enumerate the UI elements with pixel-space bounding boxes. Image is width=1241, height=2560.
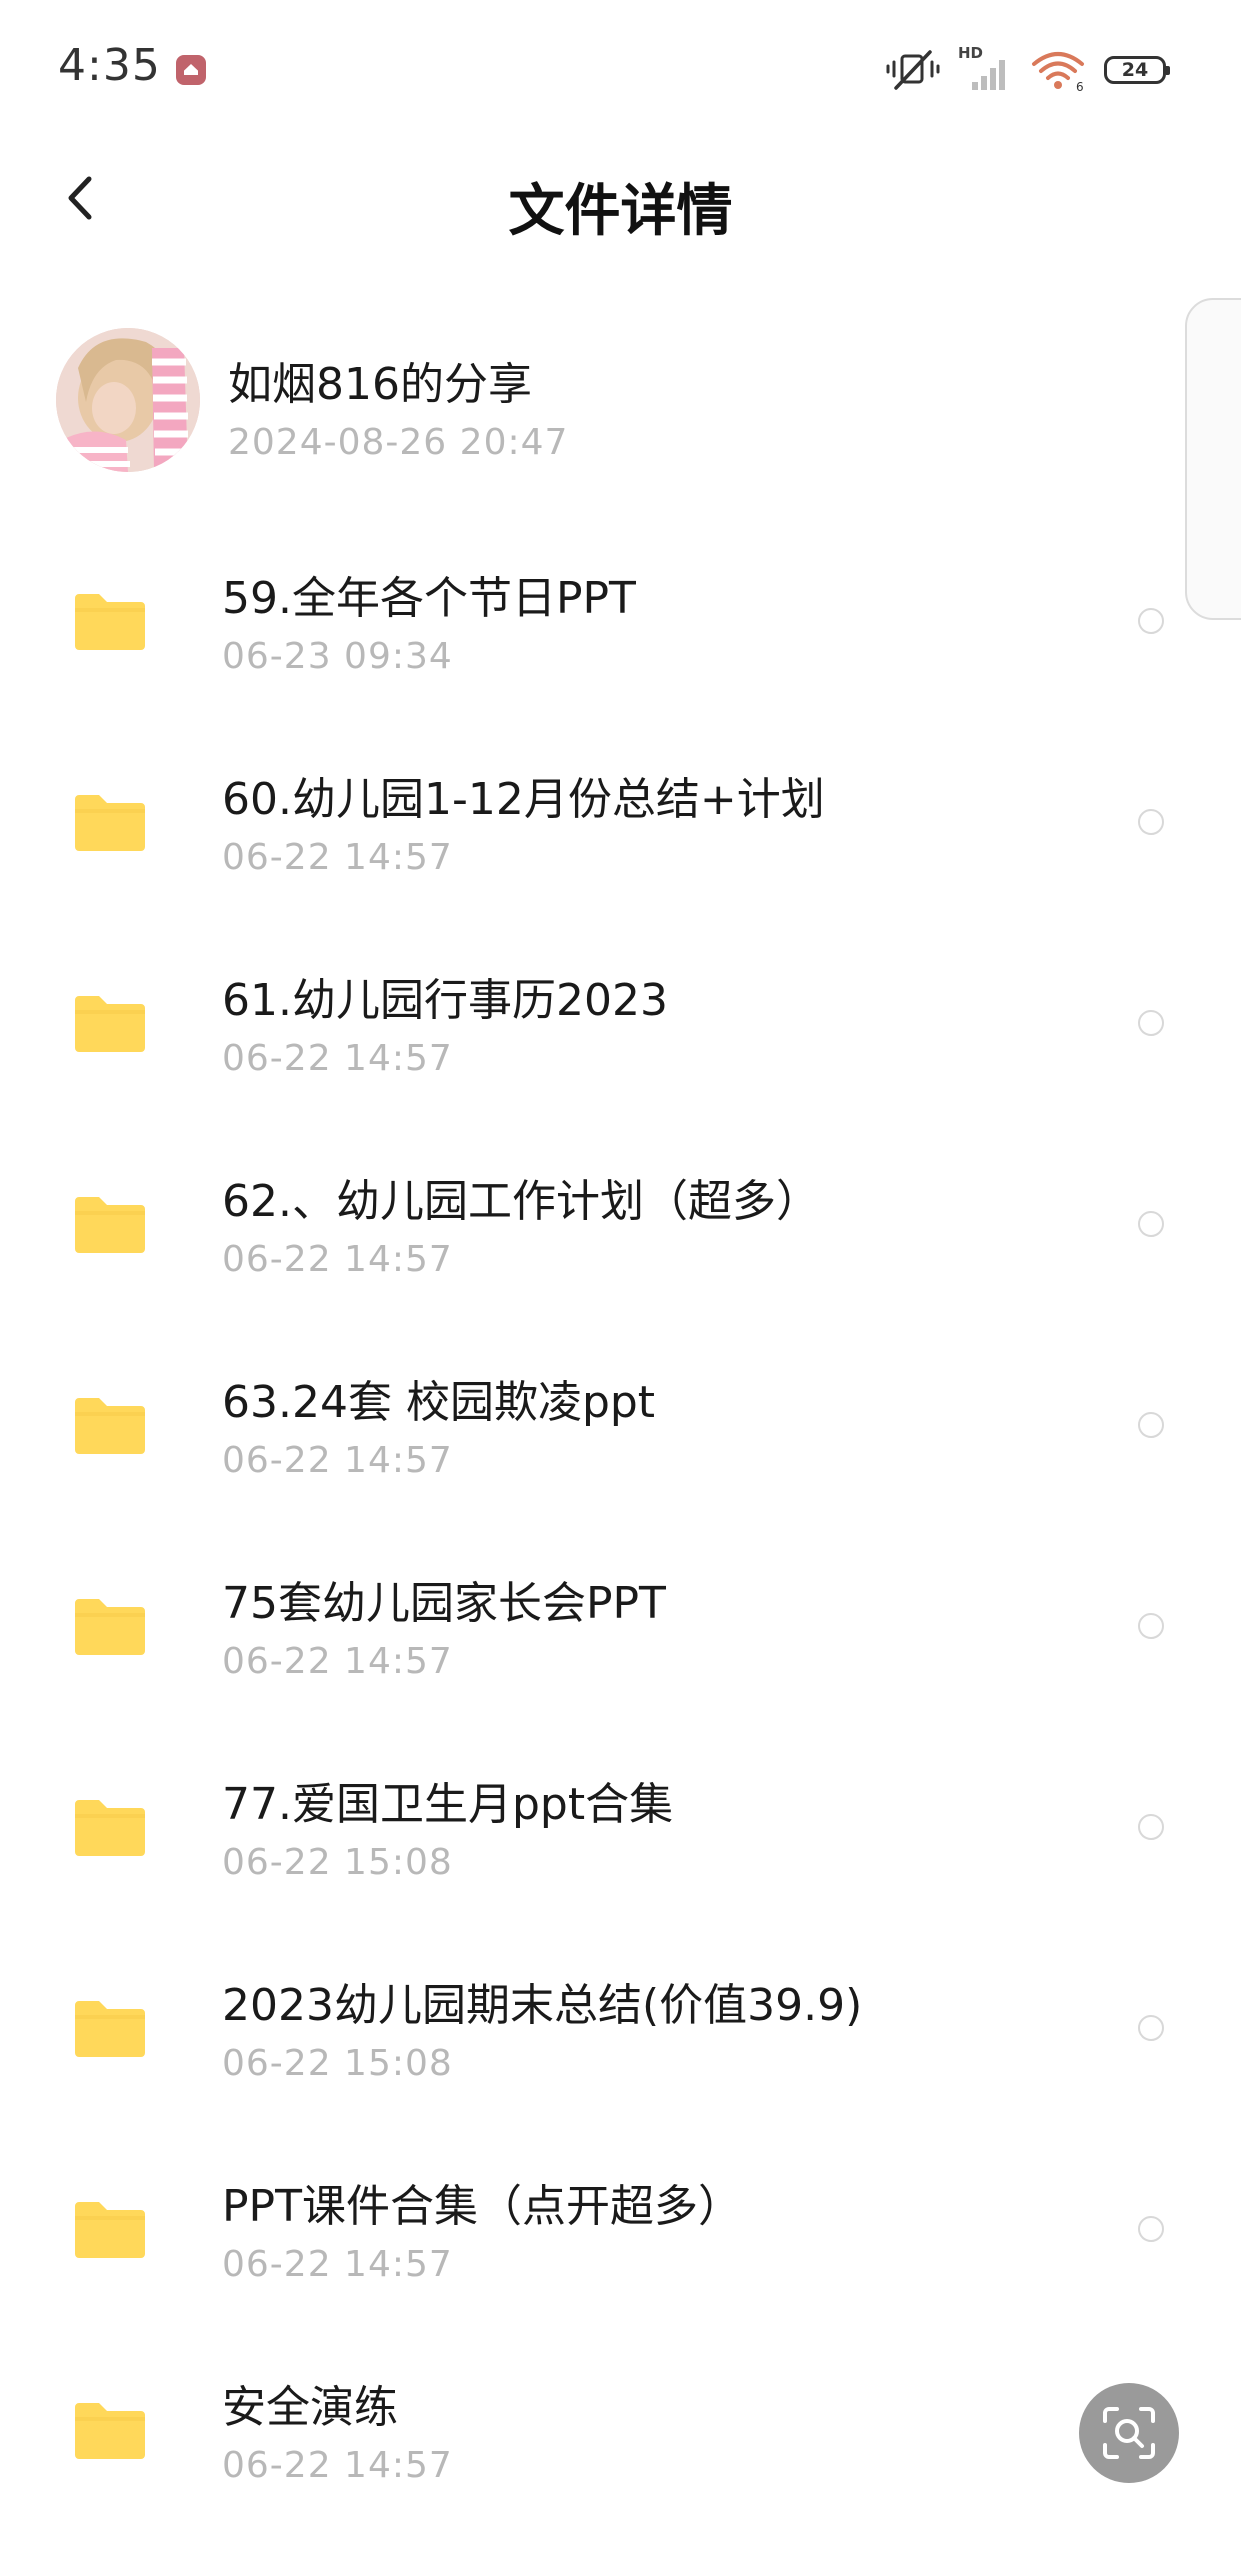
folder-icon — [75, 996, 145, 1052]
select-checkbox[interactable] — [1138, 1010, 1164, 1036]
folder-icon — [75, 2202, 145, 2258]
folder-icon — [75, 1800, 145, 1856]
file-item[interactable]: 2023幼儿园期末总结(价值39.9) 06-22 15:08 — [0, 1927, 1241, 2128]
search-fab-button[interactable] — [1079, 2383, 1179, 2483]
folder-icon — [75, 2403, 145, 2459]
avatar[interactable] — [56, 328, 200, 472]
file-name: 77.爱国卫生月ppt合集 — [222, 1779, 674, 1830]
file-name: 安全演练 — [222, 2382, 398, 2433]
status-icons: HD 6 24 — [886, 44, 1170, 96]
hd-signal-icon: HD — [958, 44, 1012, 92]
file-item[interactable]: 59.全年各个节日PPT 06-23 09:34 — [0, 520, 1241, 721]
file-time: 06-22 14:57 — [222, 1239, 453, 1280]
file-time: 06-23 09:34 — [222, 636, 453, 677]
file-item[interactable]: 60.幼儿园1-12月份总结+计划 06-22 14:57 — [0, 721, 1241, 922]
folder-icon — [75, 1398, 145, 1454]
share-time: 2024-08-26 20:47 — [228, 422, 569, 463]
select-checkbox[interactable] — [1138, 809, 1164, 835]
folder-icon — [75, 1599, 145, 1655]
file-name: PPT课件合集（点开超多） — [222, 2181, 742, 2232]
status-time: 4:35 — [58, 40, 161, 91]
file-name: 59.全年各个节日PPT — [222, 573, 636, 624]
page-title: 文件详情 — [508, 179, 733, 244]
select-checkbox[interactable] — [1138, 2216, 1164, 2242]
file-name: 2023幼儿园期末总结(价值39.9) — [222, 1980, 863, 2031]
scan-search-icon — [1103, 2407, 1155, 2459]
svg-text:6: 6 — [1076, 80, 1084, 92]
folder-icon — [75, 1197, 145, 1253]
file-item[interactable]: 61.幼儿园行事历2023 06-22 14:57 — [0, 922, 1241, 1123]
folder-icon — [75, 594, 145, 650]
folder-icon — [75, 795, 145, 851]
file-item[interactable]: 77.爱国卫生月ppt合集 06-22 15:08 — [0, 1726, 1241, 1927]
header: 文件详情 — [0, 140, 1241, 270]
select-checkbox[interactable] — [1138, 1211, 1164, 1237]
file-item[interactable]: 75套幼儿园家长会PPT 06-22 14:57 — [0, 1525, 1241, 1726]
file-time: 06-22 14:57 — [222, 2445, 453, 2486]
app-notification-icon — [176, 55, 206, 85]
file-item[interactable]: 62.、幼儿园工作计划（超多） 06-22 14:57 — [0, 1123, 1241, 1324]
file-time: 06-22 15:08 — [222, 2043, 453, 2084]
file-name: 61.幼儿园行事历2023 — [222, 975, 668, 1026]
file-list: 59.全年各个节日PPT 06-23 09:34 60.幼儿园1-12月份总结+… — [0, 520, 1241, 2530]
folder-icon — [75, 2001, 145, 2057]
file-item[interactable]: 63.24套 校园欺凌ppt 06-22 14:57 — [0, 1324, 1241, 1525]
file-time: 06-22 14:57 — [222, 2244, 453, 2285]
file-time: 06-22 15:08 — [222, 1842, 453, 1883]
vibrate-off-icon — [886, 50, 940, 90]
file-item[interactable]: 安全演练 06-22 14:57 — [0, 2329, 1241, 2530]
select-checkbox[interactable] — [1138, 2015, 1164, 2041]
sharer-info: 如烟816的分享 2024-08-26 20:47 — [0, 320, 1241, 480]
file-time: 06-22 14:57 — [222, 1038, 453, 1079]
battery-level: 24 — [1121, 59, 1149, 81]
select-checkbox[interactable] — [1138, 1814, 1164, 1840]
file-time: 06-22 14:57 — [222, 1440, 453, 1481]
select-checkbox[interactable] — [1138, 1412, 1164, 1438]
select-checkbox[interactable] — [1138, 608, 1164, 634]
file-name: 62.、幼儿园工作计划（超多） — [222, 1176, 820, 1227]
status-bar: 4:35 HD 6 24 — [0, 0, 1241, 140]
file-time: 06-22 14:57 — [222, 1641, 453, 1682]
select-checkbox[interactable] — [1138, 1613, 1164, 1639]
file-name: 60.幼儿园1-12月份总结+计划 — [222, 774, 825, 825]
file-time: 06-22 14:57 — [222, 837, 453, 878]
battery-icon: 24 — [1104, 56, 1170, 84]
file-name: 63.24套 校园欺凌ppt — [222, 1377, 656, 1428]
wifi-icon: 6 — [1032, 52, 1084, 92]
sharer-name: 如烟816的分享 — [228, 359, 532, 410]
file-name: 75套幼儿园家长会PPT — [222, 1578, 666, 1629]
file-item[interactable]: PPT课件合集（点开超多） 06-22 14:57 — [0, 2128, 1241, 2329]
